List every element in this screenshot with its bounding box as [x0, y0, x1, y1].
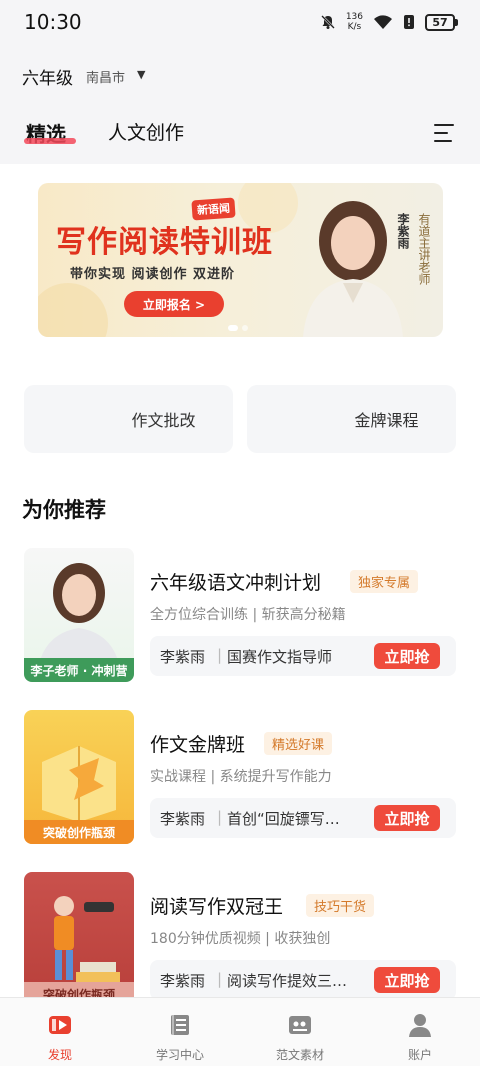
- grab-button[interactable]: 立即抢: [374, 805, 440, 831]
- course-tag: 独家专属: [350, 570, 419, 593]
- battery-level: 57: [425, 13, 455, 31]
- teacher-info: 首创“回旋镖写…: [227, 810, 340, 828]
- course-tag: 技巧干货: [306, 894, 375, 917]
- status-icons: 136 K/s 57: [320, 12, 458, 32]
- teacher-name: 李紫雨: [160, 972, 206, 990]
- book-icon: [171, 1015, 189, 1035]
- banner-subtitle: 带你实现 阅读创作 双进阶: [70, 267, 236, 282]
- course-thumbnail: 突破创作瓶颈: [24, 710, 134, 844]
- nav-study-center[interactable]: 学习中心: [120, 1006, 240, 1063]
- course-description: 实战课程 | 系统提升写作能力: [150, 769, 332, 785]
- course-title: 作文金牌班: [150, 734, 246, 756]
- nav-account[interactable]: 账户: [360, 1006, 480, 1063]
- nav-label: 账户: [407, 1048, 432, 1062]
- divider: |: [217, 808, 223, 826]
- speed-unit: K/s: [347, 22, 362, 32]
- course-description: 全方位综合训练 | 斩获高分秘籍: [150, 607, 346, 623]
- course-description: 180分钟优质视频 | 收获独创: [150, 931, 331, 947]
- essay-correction-card[interactable]: 作文批改: [24, 385, 233, 453]
- teacher-name: 李紫雨: [160, 810, 206, 828]
- banner-title: 写作阅读特训班: [56, 225, 273, 260]
- teacher-info: 阅读写作提效三…: [227, 972, 348, 990]
- course-thumbnail: 突破创作瓶颈: [24, 872, 134, 1006]
- bottom-navigation: 发现 学习中心 范文素材 账户: [0, 997, 480, 1066]
- play-video-icon: [49, 1016, 71, 1034]
- course-title: 阅读写作双冠王: [150, 896, 284, 918]
- alert-icon: [404, 15, 414, 29]
- divider: |: [217, 646, 223, 664]
- thumbnail-caption: 突破创作瓶颈: [24, 820, 134, 844]
- nav-sample-essays[interactable]: 范文素材: [240, 1006, 360, 1063]
- gold-course-card[interactable]: 金牌课程: [247, 385, 456, 453]
- banner-dot: [242, 325, 248, 331]
- course-item[interactable]: 突破创作瓶颈 作文金牌班 精选好课 实战课程 | 系统提升写作能力 李紫雨 | …: [24, 710, 456, 850]
- banner-teacher-name: 李紫雨: [396, 213, 410, 249]
- teacher-info: 国赛作文指导师: [227, 648, 333, 666]
- mute-bell-icon: [320, 15, 335, 29]
- teacher-bar: 李紫雨 | 首创“回旋镖写… 立即抢: [150, 798, 456, 838]
- grade-selector[interactable]: 六年级: [22, 64, 73, 89]
- teacher-name: 李紫雨: [160, 648, 206, 666]
- promo-banner[interactable]: 新语闻 写作阅读特训班 带你实现 阅读创作 双进阶 立即报名 > 李紫雨 有道主…: [38, 183, 443, 337]
- nav-discover[interactable]: 发现: [0, 1006, 120, 1063]
- menu-icon[interactable]: [434, 124, 454, 148]
- divider: |: [217, 970, 223, 988]
- person-icon: [409, 1014, 431, 1037]
- banner-dot: [228, 325, 238, 331]
- city-selector[interactable]: 南昌市: [86, 67, 125, 86]
- course-item[interactable]: 李子老师 · 冲刺营 六年级语文冲刺计划 独家专属 全方位综合训练 | 斩获高分…: [24, 548, 456, 688]
- nav-label: 范文素材: [275, 1048, 324, 1062]
- teacher-bar: 李紫雨 | 阅读写作提效三… 立即抢: [150, 960, 456, 1000]
- course-thumbnail: 李子老师 · 冲刺营: [24, 548, 134, 682]
- battery-tip: [455, 18, 458, 26]
- speed-value: 136: [345, 12, 363, 22]
- section-title: 为你推荐: [22, 498, 106, 522]
- caret-down-icon[interactable]: ▼: [137, 68, 145, 81]
- grab-button[interactable]: 立即抢: [374, 643, 440, 669]
- tab-indicator: [24, 138, 76, 144]
- course-title: 六年级语文冲刺计划: [150, 572, 322, 594]
- nav-label: 学习中心: [155, 1048, 204, 1062]
- status-time: 10:30: [24, 10, 82, 34]
- banner-pagination: [228, 325, 248, 331]
- banner-signup-button[interactable]: 立即报名 >: [124, 291, 224, 317]
- tab-humanities[interactable]: 人文创作: [108, 118, 184, 145]
- teacher-photo: [303, 201, 403, 337]
- grab-button[interactable]: 立即抢: [374, 967, 440, 993]
- battery-indicator: 57: [425, 13, 458, 31]
- network-speed: 136 K/s: [346, 12, 363, 32]
- wifi-icon: [374, 15, 392, 29]
- status-bar: 10:30 136 K/s 57: [0, 0, 480, 46]
- nav-label: 发现: [47, 1048, 72, 1062]
- teacher-bar: 李紫雨 | 国赛作文指导师 立即抢: [150, 636, 456, 676]
- course-tag: 精选好课: [264, 732, 333, 755]
- course-item[interactable]: 突破创作瓶颈 阅读写作双冠王 技巧干货 180分钟优质视频 | 收获独创 李紫雨…: [24, 872, 456, 1012]
- header: 六年级 南昌市 ▼ 精选 人文创作: [0, 46, 480, 164]
- banner-teacher-role: 有道主讲老师: [417, 213, 431, 285]
- quote-doc-icon: [289, 1016, 311, 1034]
- thumbnail-caption: 李子老师 · 冲刺营: [24, 658, 134, 682]
